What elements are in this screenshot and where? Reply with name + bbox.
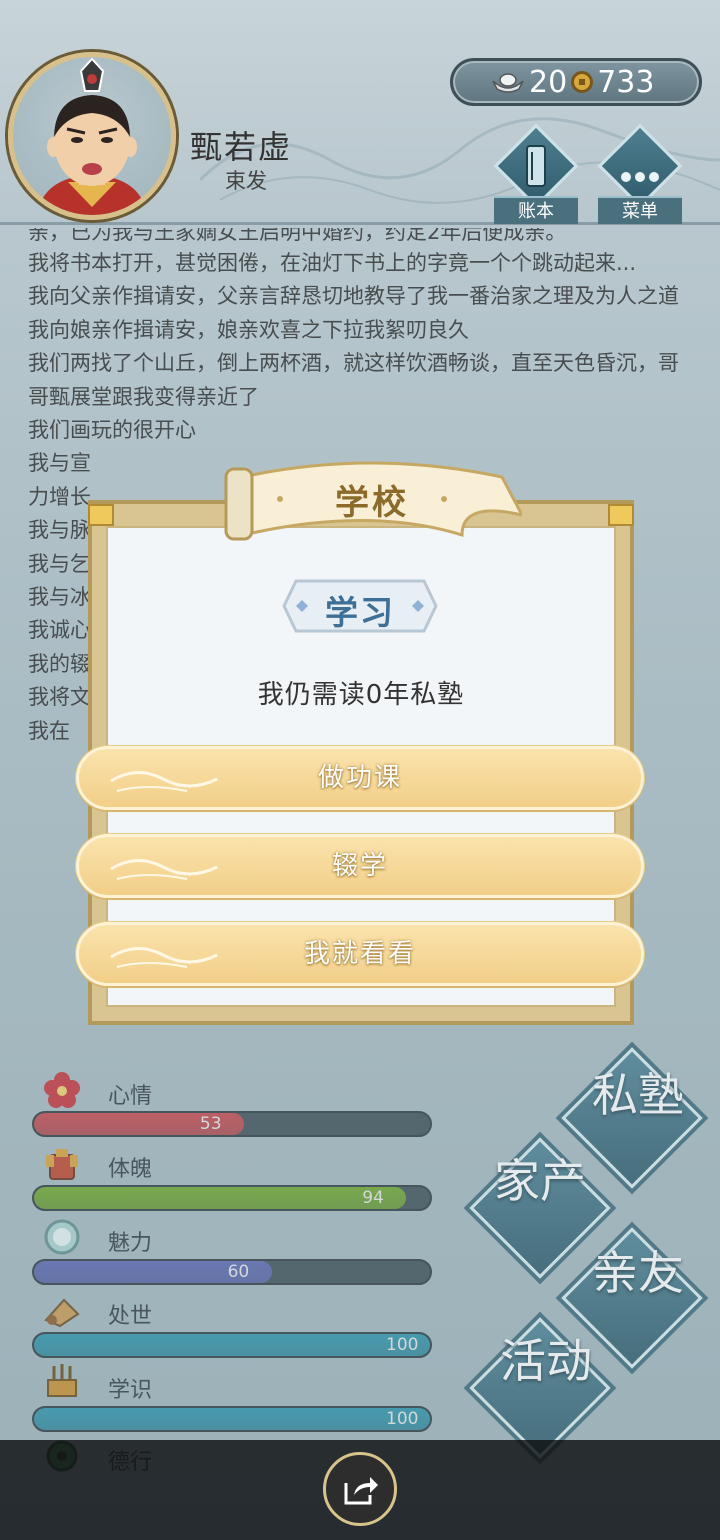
currency-bar: 20 733 (450, 58, 702, 106)
drop-out-label: 辍学 (331, 851, 388, 881)
share-button[interactable] (323, 1452, 397, 1526)
account-book-button[interactable]: 账本 (493, 123, 579, 224)
account-book-label: 账本 (494, 196, 578, 224)
just-look-button[interactable]: 我就看看 (76, 922, 644, 986)
player-avatar[interactable] (8, 52, 176, 220)
coin-count: 733 (597, 64, 655, 100)
book-icon (526, 145, 546, 187)
silver-ingot-icon (492, 73, 524, 93)
do-homework-button[interactable]: 做功课 (76, 746, 644, 810)
more-dots-icon (621, 172, 659, 182)
section-tag-label: 学习 (325, 593, 395, 632)
do-homework-label: 做功课 (317, 763, 402, 793)
menu-button[interactable]: 菜单 (597, 123, 683, 224)
player-name: 甄若虚 (190, 128, 293, 166)
dialog-message: 我仍需读0年私塾 (257, 680, 465, 710)
drop-out-button[interactable]: 辍学 (76, 834, 644, 898)
copper-coin-icon (571, 71, 594, 93)
avatar-portrait-icon (37, 57, 147, 215)
just-look-label: 我就看看 (303, 939, 416, 969)
title-scroll-banner (224, 461, 522, 541)
share-icon (344, 1477, 378, 1505)
silver-count: 20 (529, 64, 568, 100)
menu-label: 菜单 (598, 196, 682, 224)
player-rank: 束发 (225, 169, 267, 193)
